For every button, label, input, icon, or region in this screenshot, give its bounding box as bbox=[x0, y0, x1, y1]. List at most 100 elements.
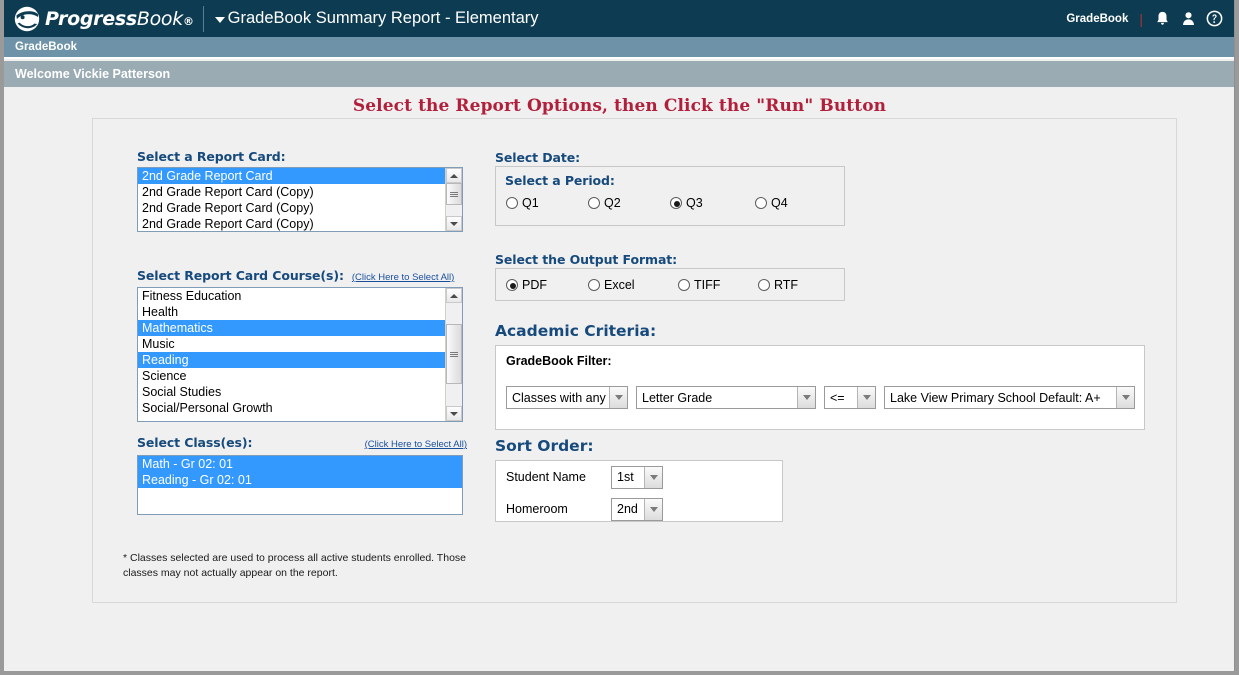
period-group: Select a Period: Q1 Q2 Q3 Q4 bbox=[495, 166, 845, 226]
report-options-panel: Select a Report Card: 2nd Grade Report C… bbox=[92, 118, 1177, 603]
radio-q1[interactable]: Q1 bbox=[506, 196, 588, 210]
radio-q3[interactable]: Q3 bbox=[670, 196, 755, 210]
scroll-down-button[interactable] bbox=[446, 406, 462, 421]
nav-item-gradebook[interactable]: GradeBook bbox=[4, 41, 77, 53]
classes-label: Select Class(es): bbox=[137, 435, 253, 450]
radio-q2[interactable]: Q2 bbox=[588, 196, 670, 210]
academic-criteria-label: Academic Criteria: bbox=[495, 322, 657, 340]
progressbook-logo-icon bbox=[14, 6, 40, 31]
progressbook-logo[interactable]: ProgressBook® bbox=[4, 0, 194, 37]
sort-student-name-dropdown[interactable]: 1st bbox=[611, 465, 663, 489]
classes-options: Math - Gr 02: 01 Reading - Gr 02: 01 bbox=[138, 456, 462, 488]
radio-icon bbox=[588, 197, 600, 209]
sort-label: Homeroom bbox=[506, 502, 568, 516]
list-item[interactable]: Health bbox=[138, 304, 445, 320]
report-card-options: 2nd Grade Report Card 2nd Grade Report C… bbox=[138, 168, 445, 231]
radio-tiff[interactable]: TIFF bbox=[678, 278, 758, 292]
list-item[interactable]: Reading - Gr 02: 01 bbox=[138, 472, 462, 488]
filter-type-dropdown[interactable]: Letter Grade bbox=[636, 386, 816, 409]
period-label: Select a Period: bbox=[505, 173, 615, 188]
page-title-menu[interactable]: GradeBook Summary Report - Elementary bbox=[214, 9, 539, 28]
bell-icon[interactable] bbox=[1154, 9, 1171, 28]
radio-icon bbox=[678, 279, 690, 291]
radio-q4[interactable]: Q4 bbox=[755, 196, 788, 210]
list-item[interactable]: Fitness Education bbox=[138, 288, 445, 304]
gradebook-filter-group: GradeBook Filter: Classes with any Lette… bbox=[495, 345, 1145, 430]
header-context-label: GradeBook bbox=[1066, 12, 1129, 25]
application-window: ProgressBook® GradeBook Summary Report -… bbox=[4, 0, 1235, 671]
chevron-down-icon[interactable] bbox=[797, 387, 815, 408]
report-card-label: Select a Report Card: bbox=[137, 149, 286, 164]
courses-options: Fitness Education Health Mathematics Mus… bbox=[138, 288, 445, 416]
list-item[interactable]: Mathematics bbox=[138, 320, 445, 336]
chevron-down-icon[interactable] bbox=[1116, 387, 1134, 408]
help-icon[interactable] bbox=[1206, 9, 1223, 28]
brand-name: ProgressBook® bbox=[45, 7, 194, 30]
period-radio-row: Q1 Q2 Q3 Q4 bbox=[496, 188, 844, 210]
list-item[interactable]: Science bbox=[138, 368, 445, 384]
user-icon[interactable] bbox=[1180, 9, 1197, 28]
page-title: GradeBook Summary Report - Elementary bbox=[227, 9, 539, 27]
list-item[interactable]: 2nd Grade Report Card (Copy) bbox=[138, 200, 445, 216]
report-card-listbox[interactable]: 2nd Grade Report Card 2nd Grade Report C… bbox=[137, 167, 463, 232]
header-actions: GradeBook | bbox=[1066, 0, 1223, 37]
gradebook-filter-label: GradeBook Filter: bbox=[506, 354, 612, 368]
date-label: Select Date: bbox=[495, 150, 581, 165]
output-format-label: Select the Output Format: bbox=[495, 252, 678, 267]
sort-row-homeroom: Homeroom 2nd bbox=[506, 493, 782, 525]
courses-listbox[interactable]: Fitness Education Health Mathematics Mus… bbox=[137, 287, 463, 422]
courses-label: Select Report Card Course(s): bbox=[137, 268, 344, 283]
page-headline: Select the Report Options, then Click th… bbox=[352, 96, 887, 116]
sort-order-group: Student Name 1st Homeroom 2nd bbox=[495, 460, 783, 522]
chevron-down-icon[interactable] bbox=[644, 498, 662, 520]
output-format-radio-row: PDF Excel TIFF RTF bbox=[496, 269, 844, 292]
courses-select-all-link[interactable]: (Click Here to Select All) bbox=[352, 272, 454, 283]
list-item[interactable]: 2nd Grade Report Card bbox=[138, 168, 445, 184]
list-item[interactable]: Social Studies bbox=[138, 384, 445, 400]
output-format-group: PDF Excel TIFF RTF bbox=[495, 268, 845, 301]
welcome-bar: Welcome Vickie Patterson bbox=[4, 61, 1234, 87]
list-item[interactable]: Math - Gr 02: 01 bbox=[138, 456, 462, 472]
grip-icon bbox=[450, 191, 458, 198]
welcome-message: Welcome Vickie Patterson bbox=[15, 67, 171, 81]
courses-label-row: Select Report Card Course(s): (Click Her… bbox=[137, 268, 467, 283]
chevron-down-icon[interactable] bbox=[644, 466, 662, 488]
list-item[interactable]: Social/Personal Growth bbox=[138, 400, 445, 416]
gradebook-filter-row: Classes with any Letter Grade <= Lake Vi… bbox=[506, 386, 1135, 409]
list-item[interactable]: Music bbox=[138, 336, 445, 352]
scroll-up-button[interactable] bbox=[446, 288, 462, 303]
arrow-down-icon bbox=[450, 411, 458, 416]
sort-row-student-name: Student Name 1st bbox=[506, 461, 782, 493]
page-body: Select the Report Options, then Click th… bbox=[4, 87, 1234, 671]
radio-pdf[interactable]: PDF bbox=[506, 278, 588, 292]
chevron-down-icon[interactable] bbox=[609, 387, 627, 408]
arrow-up-icon bbox=[450, 293, 458, 298]
list-item[interactable]: 2nd Grade Report Card (Copy) bbox=[138, 184, 445, 200]
radio-icon bbox=[755, 197, 767, 209]
classes-listbox[interactable]: Math - Gr 02: 01 Reading - Gr 02: 01 bbox=[137, 455, 463, 515]
list-item[interactable]: 2nd Grade Report Card (Copy) bbox=[138, 216, 445, 231]
scroll-up-button[interactable] bbox=[446, 168, 462, 183]
chevron-down-icon[interactable] bbox=[857, 387, 875, 408]
scrollbar-thumb[interactable] bbox=[446, 324, 462, 384]
radio-icon bbox=[506, 279, 518, 291]
classes-select-all-link[interactable]: (Click Here to Select All) bbox=[365, 439, 467, 450]
primary-nav-bar: GradeBook bbox=[4, 37, 1234, 59]
radio-excel[interactable]: Excel bbox=[588, 278, 678, 292]
scrollbar-thumb[interactable] bbox=[446, 183, 462, 205]
chevron-down-icon bbox=[214, 16, 225, 23]
courses-scrollbar[interactable] bbox=[445, 288, 462, 421]
classes-footnote: * Classes selected are used to process a… bbox=[123, 552, 466, 579]
list-item[interactable]: Reading bbox=[138, 352, 445, 368]
brand-divider bbox=[202, 5, 204, 32]
filter-operator-dropdown[interactable]: <= bbox=[824, 386, 876, 409]
radio-icon bbox=[670, 197, 682, 209]
report-card-scrollbar[interactable] bbox=[445, 168, 462, 231]
radio-icon bbox=[588, 279, 600, 291]
sort-homeroom-dropdown[interactable]: 2nd bbox=[611, 497, 663, 521]
classes-label-row: Select Class(es): (Click Here to Select … bbox=[137, 435, 467, 450]
filter-value-dropdown[interactable]: Lake View Primary School Default: A+ bbox=[884, 386, 1135, 409]
scroll-down-button[interactable] bbox=[446, 216, 462, 231]
filter-scope-dropdown[interactable]: Classes with any bbox=[506, 386, 628, 409]
radio-rtf[interactable]: RTF bbox=[758, 278, 798, 292]
